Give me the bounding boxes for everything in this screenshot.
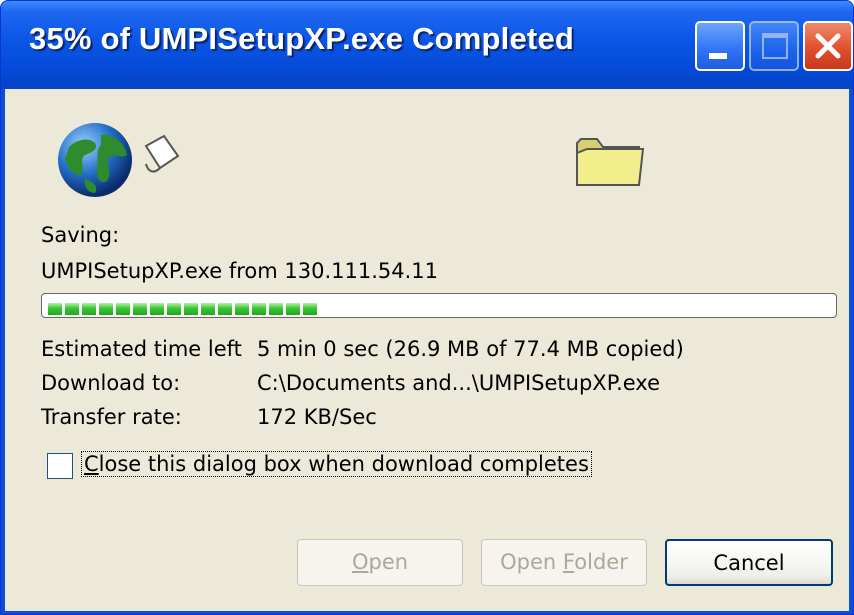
close-button[interactable] bbox=[803, 21, 853, 71]
close-when-complete-post: lose this dialog box when download compl… bbox=[98, 452, 589, 476]
file-source-text: UMPISetupXP.exe from 130.111.54.11 bbox=[41, 259, 439, 283]
progress-block bbox=[303, 303, 317, 315]
time-left-label: Estimated time left bbox=[41, 337, 242, 361]
close-when-complete-label[interactable]: Close this dialog box when download comp… bbox=[81, 451, 592, 477]
progress-block bbox=[269, 303, 283, 315]
cancel-button[interactable]: Cancel bbox=[665, 539, 833, 586]
minimize-icon bbox=[709, 53, 727, 59]
open-folder-pre: Open bbox=[500, 550, 563, 574]
document-icon bbox=[144, 134, 180, 173]
progress-fill bbox=[48, 300, 320, 315]
maximize-button bbox=[749, 21, 799, 71]
download-dialog: 35% of UMPISetupXP.exe Completed Saving:… bbox=[0, 0, 854, 615]
progress-block bbox=[286, 303, 300, 315]
transfer-rate-label: Transfer rate: bbox=[41, 405, 182, 429]
minimize-button[interactable] bbox=[695, 21, 745, 71]
maximize-icon bbox=[762, 33, 788, 59]
close-icon bbox=[815, 33, 841, 59]
close-when-complete-checkbox[interactable] bbox=[47, 453, 73, 479]
open-button: Open bbox=[297, 539, 463, 586]
dialog-client-area: Saving: UMPISetupXP.exe from 130.111.54.… bbox=[5, 89, 849, 611]
close-when-complete-accel: C bbox=[84, 452, 99, 476]
progress-block bbox=[133, 303, 147, 315]
progress-block bbox=[65, 303, 79, 315]
progress-block bbox=[201, 303, 215, 315]
progress-block bbox=[184, 303, 198, 315]
download-progress-bar bbox=[41, 293, 837, 318]
window-title: 35% of UMPISetupXP.exe Completed bbox=[29, 21, 575, 56]
progress-block bbox=[252, 303, 266, 315]
open-rest: pen bbox=[368, 550, 409, 574]
progress-block bbox=[235, 303, 249, 315]
transfer-rate-value: 172 KB/Sec bbox=[257, 405, 377, 429]
download-to-value: C:\Documents and...\UMPISetupXP.exe bbox=[257, 371, 661, 395]
progress-block bbox=[116, 303, 130, 315]
progress-block bbox=[150, 303, 164, 315]
download-to-label: Download to: bbox=[41, 371, 181, 395]
open-folder-rest: older bbox=[574, 550, 628, 574]
title-bar[interactable]: 35% of UMPISetupXP.exe Completed bbox=[1, 1, 853, 89]
open-folder-button: Open Folder bbox=[481, 539, 647, 586]
progress-block bbox=[218, 303, 232, 315]
time-left-value: 5 min 0 sec (26.9 MB of 77.4 MB copied) bbox=[257, 337, 684, 361]
progress-block bbox=[167, 303, 181, 315]
saving-label: Saving: bbox=[41, 223, 120, 247]
progress-block bbox=[82, 303, 96, 315]
folder-icon bbox=[576, 138, 645, 186]
globe-icon bbox=[58, 123, 132, 197]
open-accel: O bbox=[351, 550, 369, 574]
progress-block bbox=[99, 303, 113, 315]
progress-block bbox=[48, 303, 62, 315]
open-folder-accel: F bbox=[562, 550, 575, 574]
